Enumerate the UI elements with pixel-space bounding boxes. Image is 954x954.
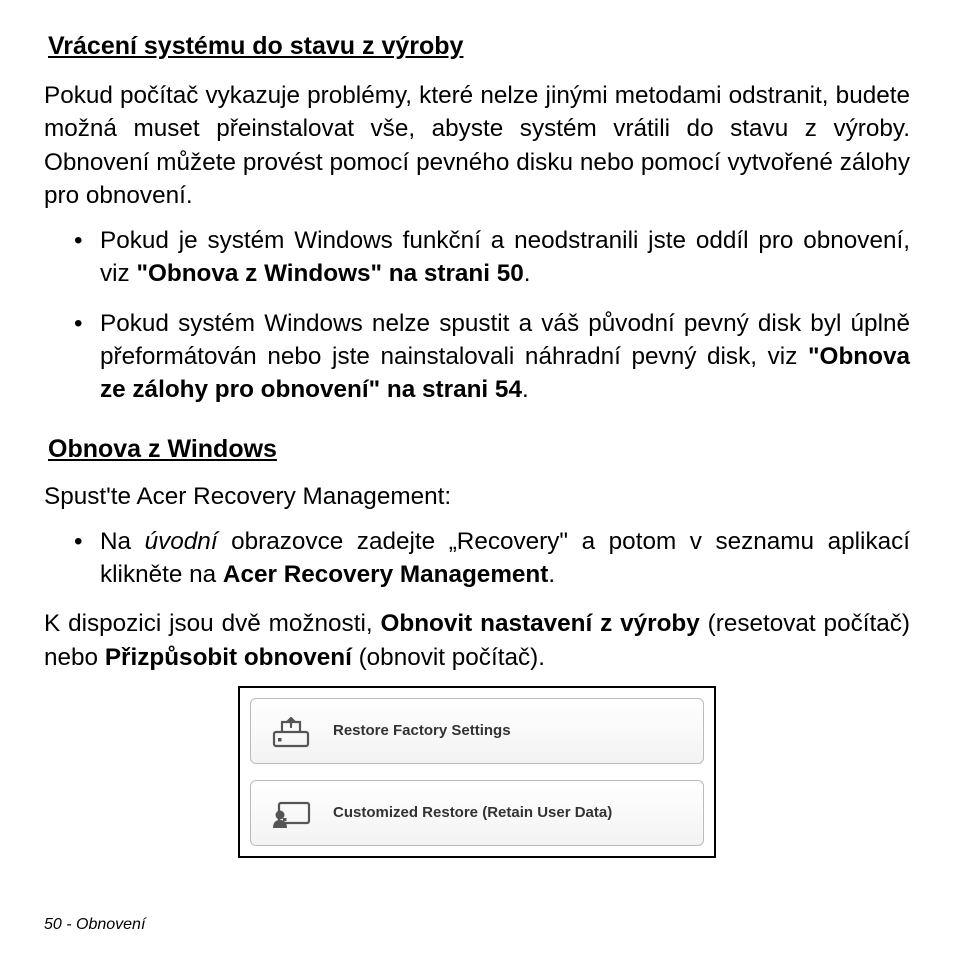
heading-windows-recovery: Obnova z Windows <box>48 435 910 464</box>
heading-factory-reset: Vrácení systému do stavu z výroby <box>48 32 910 61</box>
document-page: Vrácení systému do stavu z výroby Pokud … <box>0 0 954 954</box>
list-item-windows-not-working: Pokud systém Windows nelze spustit a váš… <box>74 307 910 407</box>
conditions-list: Pokud je systém Windows funkční a neodst… <box>44 224 910 406</box>
text: Pokud systém Windows nelze spustit a váš… <box>100 310 910 370</box>
user-data-restore-icon <box>267 796 315 830</box>
option-name-text: Přizpůsobit obnovení <box>105 644 352 671</box>
reference-link-text: "Obnova z Windows" na strani 50 <box>136 260 523 287</box>
options-paragraph: K dispozici jsou dvě možnosti, Obnovit n… <box>44 607 910 674</box>
button-label: Customized Restore (Retain User Data) <box>333 804 612 821</box>
app-name-text: Acer Recovery Management <box>223 561 548 588</box>
text: . <box>524 260 531 287</box>
launch-steps-list: Na úvodní obrazovce zadejte „Recovery" a… <box>44 525 910 592</box>
button-label: Restore Factory Settings <box>333 722 511 739</box>
text: . <box>548 561 555 588</box>
factory-reset-icon <box>267 714 315 748</box>
option-name-text: Obnovit nastavení z výroby <box>380 610 699 637</box>
restore-factory-settings-button[interactable]: Restore Factory Settings <box>250 698 704 764</box>
recovery-screenshot: Restore Factory Settings Customized Rest… <box>238 686 716 858</box>
intro-paragraph: Pokud počítač vykazuje problémy, které n… <box>44 79 910 212</box>
customized-restore-button[interactable]: Customized Restore (Retain User Data) <box>250 780 704 846</box>
list-item-start-screen: Na úvodní obrazovce zadejte „Recovery" a… <box>74 525 910 592</box>
page-footer: 50 - Obnovení <box>44 916 145 934</box>
launch-instruction: Spust'te Acer Recovery Management: <box>44 480 910 513</box>
emphasis-text: úvodní <box>145 528 218 555</box>
text: . <box>522 376 529 403</box>
text: Na <box>100 528 145 555</box>
list-item-windows-working: Pokud je systém Windows funkční a neodst… <box>74 224 910 291</box>
text: (obnovit počítač). <box>352 644 545 671</box>
text: K dispozici jsou dvě možnosti, <box>44 610 380 637</box>
